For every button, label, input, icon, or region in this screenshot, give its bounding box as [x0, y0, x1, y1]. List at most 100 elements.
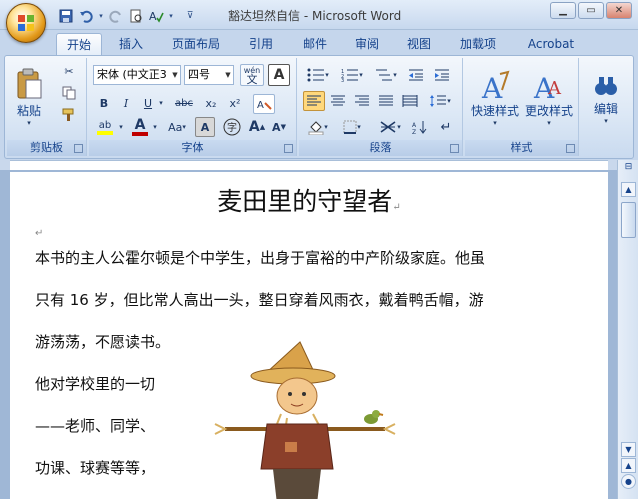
- multilevel-list-button[interactable]: ▾: [371, 65, 401, 85]
- scroll-up-icon[interactable]: ▲: [621, 182, 636, 197]
- shrink-font-button[interactable]: A ▼: [269, 117, 289, 137]
- text-line: 只有 16 岁，但比常人高出一头，整日穿着风雨衣，戴着鸭舌帽，游: [35, 291, 484, 309]
- superscript-button[interactable]: x²: [225, 94, 245, 112]
- scroll-down-icon[interactable]: ▼: [621, 442, 636, 457]
- quick-styles-icon: A: [481, 70, 510, 102]
- sort-icon[interactable]: AZ: [409, 117, 431, 137]
- quick-styles-label: 快速样式: [470, 103, 519, 118]
- editing-label: 编辑: [593, 101, 618, 116]
- enclose-characters-button[interactable]: 字: [221, 117, 243, 137]
- paragraph-launcher-icon[interactable]: [450, 144, 459, 153]
- copy-icon[interactable]: [59, 84, 79, 102]
- show-marks-icon[interactable]: ↵: [435, 117, 457, 137]
- office-button[interactable]: [6, 3, 46, 43]
- close-icon[interactable]: ✕: [606, 2, 632, 19]
- document-page[interactable]: 麦田里的守望者↵ ↵ 本书的主人公霍尔顿是个中学生，出身于富裕的中产阶级家庭。他…: [10, 172, 608, 499]
- chinese-layout-button[interactable]: ▾: [375, 117, 405, 137]
- tab-acrobat[interactable]: Acrobat: [516, 33, 586, 55]
- underline-dropdown-icon[interactable]: ▾: [157, 94, 165, 112]
- tab-mailings[interactable]: 邮件: [294, 33, 336, 55]
- svg-text:A: A: [412, 122, 417, 129]
- clipboard-launcher-icon[interactable]: [74, 144, 83, 153]
- grow-font-button[interactable]: A ▲: [247, 117, 267, 137]
- print-preview-icon[interactable]: [128, 8, 144, 24]
- document-area: 麦田里的守望者↵ ↵ 本书的主人公霍尔顿是个中学生，出身于富裕的中产阶级家庭。他…: [0, 170, 617, 499]
- editing-group: 编辑 ▾: [581, 58, 631, 156]
- bullets-button[interactable]: ▾: [303, 65, 333, 85]
- bold-button[interactable]: B: [95, 94, 113, 112]
- scroll-thumb[interactable]: [621, 202, 636, 238]
- save-icon[interactable]: [58, 8, 74, 24]
- decrease-indent-icon[interactable]: [405, 65, 427, 85]
- italic-button[interactable]: I: [117, 94, 135, 112]
- underline-button[interactable]: U: [139, 94, 157, 112]
- ruler-toggle-icon[interactable]: ⊟: [622, 162, 635, 172]
- font-name-select[interactable]: 宋体 (中文正3 ▼: [93, 65, 181, 85]
- tab-review[interactable]: 审阅: [346, 33, 388, 55]
- undo-icon[interactable]: [78, 8, 94, 24]
- format-painter-icon[interactable]: [59, 106, 79, 124]
- tab-page-layout[interactable]: 页面布局: [164, 33, 228, 55]
- minimize-icon[interactable]: ▁: [550, 2, 576, 19]
- borders-button[interactable]: ▾: [337, 117, 367, 137]
- shading-button[interactable]: ▾: [303, 117, 333, 137]
- styles-group-label: 样式: [465, 140, 578, 156]
- tab-addins[interactable]: 加载项: [450, 33, 506, 55]
- text-line: 本书的主人公霍尔顿是个中学生，出身于富裕的中产阶级家庭。他虽: [35, 249, 486, 267]
- scarecrow-image[interactable]: [205, 334, 415, 499]
- previous-page-icon[interactable]: ▲: [621, 458, 636, 473]
- styles-launcher-icon[interactable]: [566, 144, 575, 153]
- font-size-select[interactable]: 四号 ▼: [184, 65, 234, 85]
- select-browse-object-icon[interactable]: ●: [621, 474, 636, 489]
- character-shading-button[interactable]: A: [195, 117, 215, 137]
- character-border-button[interactable]: A: [268, 64, 290, 86]
- spelling-icon[interactable]: A: [148, 8, 164, 24]
- change-case-button[interactable]: Aa ▾: [163, 117, 191, 137]
- tab-references[interactable]: 引用: [240, 33, 282, 55]
- numbering-button[interactable]: 1 2 3 ▾: [337, 65, 367, 85]
- paint-bucket-icon: [308, 121, 324, 135]
- vertical-scrollbar[interactable]: ⊟ ▲ ▼ ▲ ●: [617, 160, 638, 499]
- window-controls: ▁ ▭ ✕: [550, 2, 632, 19]
- redo-icon[interactable]: [108, 8, 124, 24]
- text-line: 功课、球赛等等，: [35, 459, 156, 477]
- distributed-icon[interactable]: [399, 91, 421, 111]
- svg-text:A: A: [481, 72, 503, 102]
- font-color-button[interactable]: A: [129, 117, 151, 137]
- cut-icon[interactable]: ✂: [59, 62, 79, 80]
- text-line: 游荡荡，不愿读书。: [35, 333, 171, 351]
- font-launcher-icon[interactable]: [284, 144, 293, 153]
- tab-home[interactable]: 开始: [56, 33, 102, 55]
- spelling-dropdown-icon[interactable]: ▾: [168, 8, 174, 24]
- font-color-dropdown-icon[interactable]: ▾: [151, 117, 159, 137]
- align-center-icon[interactable]: [327, 91, 349, 111]
- subscript-button[interactable]: x₂: [201, 94, 221, 112]
- clear-formatting-icon[interactable]: A: [253, 94, 275, 114]
- tab-view[interactable]: 视图: [398, 33, 440, 55]
- maximize-icon[interactable]: ▭: [578, 2, 604, 19]
- change-styles-button[interactable]: AA 更改样式 ▾: [523, 61, 575, 135]
- text-highlight-button[interactable]: ab: [93, 117, 117, 137]
- undo-dropdown-icon[interactable]: ▾: [98, 8, 104, 24]
- font-size-value: 四号: [188, 68, 210, 81]
- paragraph-group-label: 段落: [299, 140, 462, 156]
- quick-access-toolbar: ▾ A ▾ ⊽: [58, 7, 198, 24]
- paste-icon: [17, 68, 42, 98]
- editing-button[interactable]: 编辑 ▾: [585, 61, 627, 135]
- paste-button[interactable]: 粘贴 ▾: [13, 61, 45, 133]
- paragraph-mark-icon: ↵: [35, 228, 44, 239]
- strikethrough-button[interactable]: abc: [171, 94, 197, 112]
- customize-icon[interactable]: ⊽: [182, 8, 198, 24]
- justify-icon[interactable]: [375, 91, 397, 111]
- highlight-dropdown-icon[interactable]: ▾: [117, 117, 125, 137]
- phonetic-guide-button[interactable]: wén 文: [240, 64, 264, 86]
- tab-insert[interactable]: 插入: [108, 33, 154, 55]
- align-left-icon[interactable]: [303, 91, 325, 111]
- window-title: 豁达坦然自信 - Microsoft Word: [228, 9, 402, 23]
- highlight-color-swatch: [97, 130, 113, 135]
- document-title: 麦田里的守望者↵: [10, 182, 608, 218]
- quick-styles-button[interactable]: A 快速样式 ▾: [469, 61, 521, 135]
- align-right-icon[interactable]: [351, 91, 373, 111]
- line-spacing-button[interactable]: ▾: [425, 91, 455, 111]
- increase-indent-icon[interactable]: [431, 65, 453, 85]
